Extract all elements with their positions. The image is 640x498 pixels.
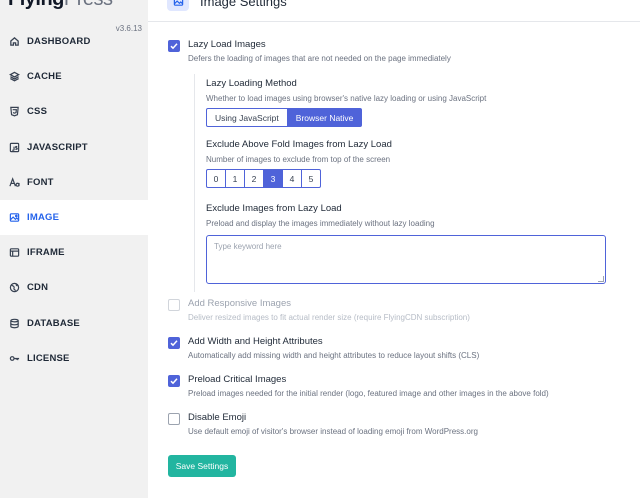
exclude-count-0[interactable]: 0	[206, 169, 226, 188]
sidebar-item-label: FONT	[27, 176, 54, 188]
lazy-method-section: Lazy Loading Method Whether to load imag…	[206, 78, 486, 127]
sidebar-item-label: LICENSE	[27, 352, 70, 364]
lazy-load-sub-options: Lazy Loading Method Whether to load imag…	[194, 74, 624, 292]
textarea-placeholder: Type keyword here	[214, 242, 282, 251]
sidebar-item-label: IMAGE	[27, 212, 60, 224]
exclude-fold-count-selector: 0 1 2 3 4 5	[206, 169, 392, 188]
exclude-keywords-textarea[interactable]: Type keyword here	[206, 235, 606, 284]
sidebar-item-iframe[interactable]: IFRAME	[0, 235, 148, 270]
exclude-fold-description: Number of images to exclude from top of …	[206, 155, 391, 164]
css-icon	[8, 106, 20, 118]
globe-icon	[8, 282, 20, 294]
sidebar-item-cdn[interactable]: CDN	[0, 270, 148, 305]
sidebar: FlyingPress v3.6.13 DASHBOARD CACHE CSS	[0, 0, 148, 498]
lazy-load-checkbox[interactable]	[168, 40, 180, 52]
sidebar-item-license[interactable]: LICENSE	[0, 341, 148, 376]
responsive-images-checkbox[interactable]	[168, 299, 180, 311]
option-title: Add Width and Height Attributes	[188, 336, 323, 347]
sidebar-item-label: DASHBOARD	[27, 36, 91, 48]
key-icon	[8, 352, 20, 364]
sidebar-nav: DASHBOARD CACHE CSS JAVASCRIPT FONT IMAG…	[0, 24, 148, 376]
exclude-count-1[interactable]: 1	[225, 169, 245, 188]
save-settings-button[interactable]: Save Settings	[168, 455, 236, 477]
iframe-icon	[8, 247, 20, 259]
exclude-count-2[interactable]: 2	[244, 169, 264, 188]
image-icon	[8, 212, 20, 224]
option-title: Lazy Load Images	[188, 39, 266, 50]
exclude-images-section: Exclude Images from Lazy Load Preload an…	[206, 203, 606, 284]
page-header: Image Settings	[148, 0, 640, 22]
sidebar-item-css[interactable]: CSS	[0, 94, 148, 129]
sidebar-item-image[interactable]: IMAGE	[0, 199, 148, 236]
brand-logo[interactable]: FlyingPress	[0, 0, 148, 22]
sidebar-item-database[interactable]: DATABASE	[0, 306, 148, 341]
option-description: Automatically add missing width and heig…	[188, 351, 480, 360]
exclude-fold-title: Exclude Above Fold Images from Lazy Load	[206, 139, 392, 150]
exclude-images-description: Preload and display the images immediate…	[206, 219, 435, 228]
js-icon	[8, 141, 20, 153]
sidebar-item-font[interactable]: FONT	[0, 165, 148, 200]
option-description: Deliver resized images to fit actual ren…	[188, 313, 470, 322]
sidebar-item-label: JAVASCRIPT	[27, 141, 88, 153]
layers-icon	[8, 71, 20, 83]
font-icon	[8, 176, 20, 188]
exclude-images-title: Exclude Images from Lazy Load	[206, 203, 342, 214]
option-description: Defers the loading of images that are no…	[188, 54, 451, 63]
sidebar-item-cache[interactable]: CACHE	[0, 59, 148, 94]
sidebar-item-dashboard[interactable]: DASHBOARD	[0, 24, 148, 59]
resize-handle-icon[interactable]	[598, 276, 604, 282]
width-height-checkbox[interactable]	[168, 337, 180, 349]
lazy-method-option-native[interactable]: Browser Native	[286, 108, 363, 127]
sidebar-item-javascript[interactable]: JAVASCRIPT	[0, 130, 148, 165]
brand-name: FlyingPress	[8, 0, 113, 11]
lazy-method-option-javascript[interactable]: Using JavaScript	[206, 108, 288, 127]
page-title: Image Settings	[200, 0, 287, 9]
lazy-method-description: Whether to load images using browser's n…	[206, 94, 487, 103]
lazy-method-toggle: Using JavaScript Browser Native	[206, 108, 486, 127]
option-title: Preload Critical Images	[188, 374, 287, 385]
exclude-count-5[interactable]: 5	[301, 169, 321, 188]
sidebar-item-label: CSS	[27, 106, 48, 118]
option-title: Disable Emoji	[188, 412, 247, 423]
option-description: Preload images needed for the initial re…	[188, 389, 549, 398]
option-description: Use default emoji of visitor's browser i…	[188, 427, 478, 436]
sidebar-item-label: CACHE	[27, 71, 62, 83]
disable-emoji-checkbox[interactable]	[168, 413, 180, 425]
sidebar-item-label: DATABASE	[27, 317, 80, 329]
lazy-method-title: Lazy Loading Method	[206, 78, 297, 89]
sidebar-item-label: IFRAME	[27, 247, 65, 259]
exclude-count-4[interactable]: 4	[282, 169, 302, 188]
option-title: Add Responsive Images	[188, 298, 291, 309]
preload-critical-checkbox[interactable]	[168, 375, 180, 387]
exclude-fold-section: Exclude Above Fold Images from Lazy Load…	[206, 139, 392, 188]
home-icon	[8, 36, 20, 48]
database-icon	[8, 317, 20, 329]
image-icon	[167, 0, 189, 11]
exclude-count-3[interactable]: 3	[263, 169, 283, 188]
sidebar-item-label: CDN	[27, 282, 49, 294]
